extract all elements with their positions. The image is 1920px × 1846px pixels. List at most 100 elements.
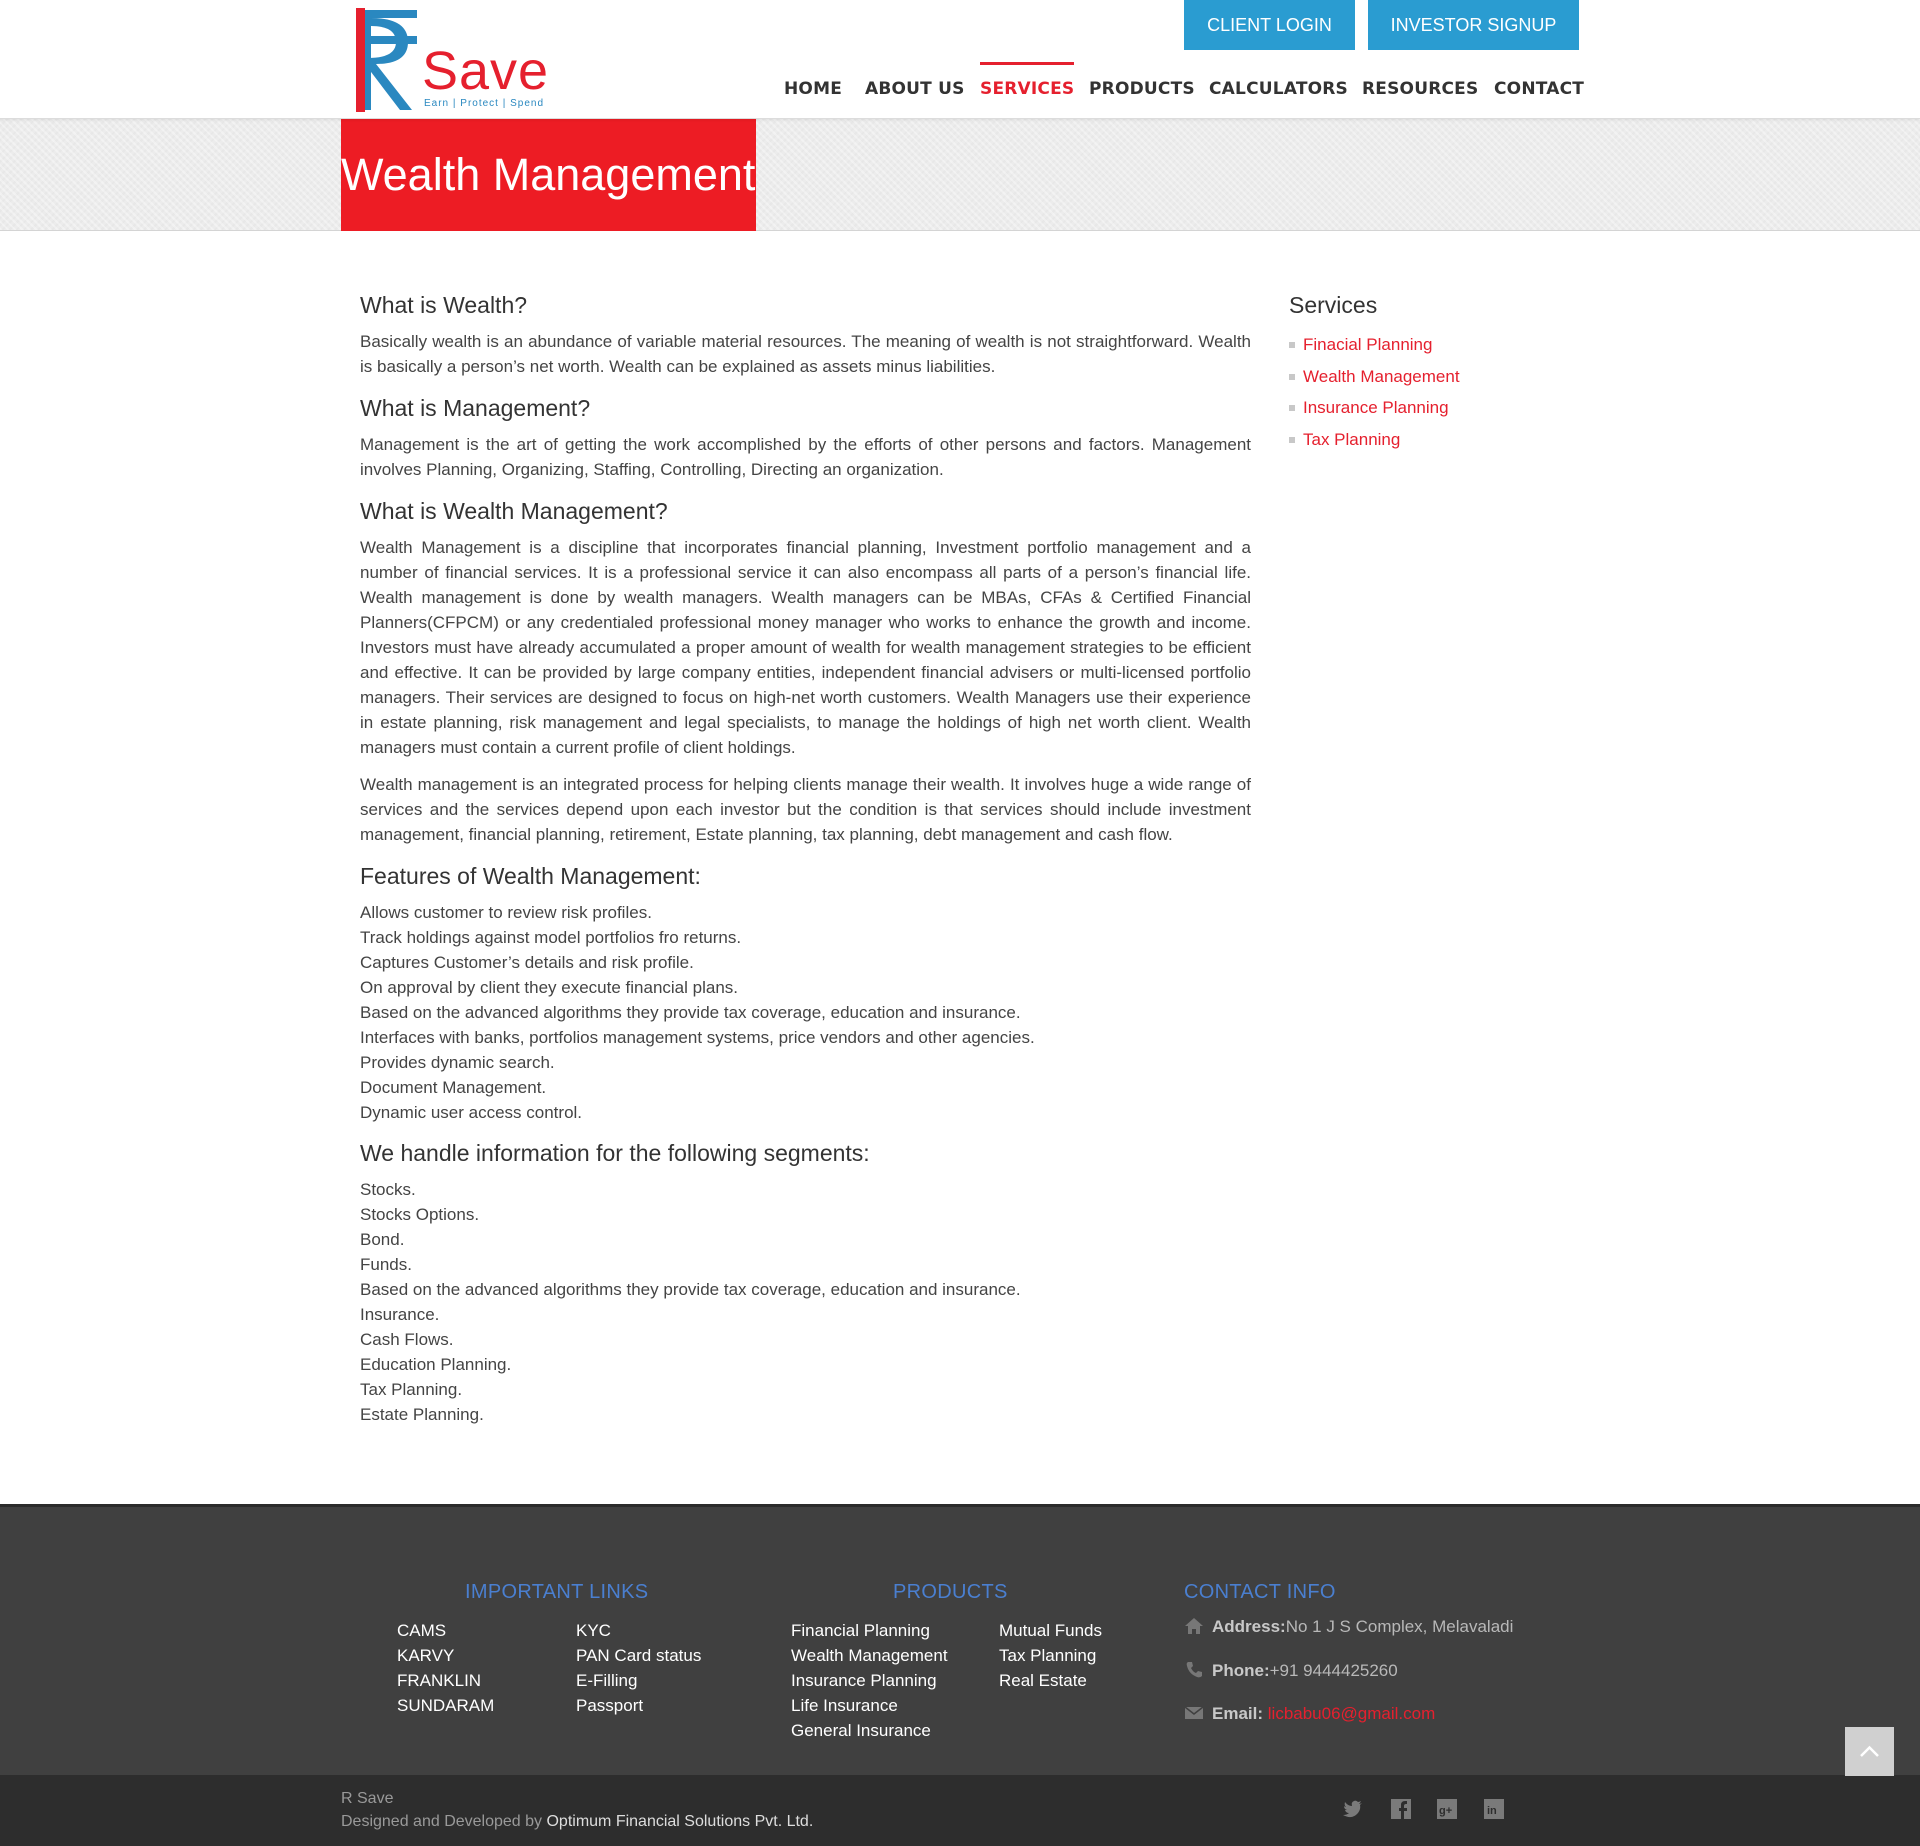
footer-link-e-filling[interactable]: E-Filling [576, 1668, 701, 1693]
bottom-bar: R Save Designed and Developed by Optimum… [0, 1775, 1920, 1846]
site-footer: IMPORTANT LINKS CAMS KARVY FRANKLIN SUND… [0, 1504, 1920, 1775]
investor-signup-button[interactable]: INVESTOR SIGNUP [1368, 0, 1579, 50]
nav-resources[interactable]: RESOURCES [1362, 62, 1478, 118]
sidebar-item-financial-planning[interactable]: Finacial Planning [1289, 329, 1579, 361]
list-item: Based on the advanced algorithms they pr… [360, 1280, 1021, 1299]
site-header: Save Earn | Protect | Spend CLIENT LOGIN… [0, 0, 1920, 119]
main-nav: HOME ABOUT US SERVICES PRODUCTS CALCULAT… [0, 62, 1920, 118]
paragraph-wealth: Basically wealth is an abundance of vari… [360, 332, 1251, 376]
heading-what-is-wealth-management: What is Wealth Management? [360, 498, 668, 524]
footer-link-pan-card-status[interactable]: PAN Card status [576, 1643, 701, 1668]
services-sidebar: Services Finacial Planning Wealth Manage… [1289, 288, 1579, 455]
chevron-up-icon [1860, 1745, 1879, 1757]
list-item: Funds. [360, 1255, 412, 1274]
footer-link-kyc[interactable]: KYC [576, 1618, 701, 1643]
svg-text:in: in [1487, 1805, 1497, 1817]
products-col-2: Mutual Funds Tax Planning Real Estate [999, 1618, 1102, 1693]
square-bullet-icon [1289, 373, 1295, 380]
address-label: Address: [1212, 1617, 1286, 1636]
nav-home[interactable]: HOME [784, 62, 842, 118]
footer-link-franklin[interactable]: FRANKLIN [397, 1668, 494, 1693]
list-item: Interfaces with banks, portfolios manage… [360, 1028, 1035, 1047]
sidebar-item-label: Insurance Planning [1303, 398, 1449, 417]
footer-link-life-insurance[interactable]: Life Insurance [791, 1693, 948, 1718]
heading-features: Features of Wealth Management: [360, 863, 701, 889]
sidebar-item-label: Tax Planning [1303, 429, 1401, 449]
footer-link-sundaram[interactable]: SUNDARAM [397, 1693, 494, 1718]
footer-link-tax-planning[interactable]: Tax Planning [999, 1643, 1102, 1668]
page-banner: Wealth Management [0, 119, 1920, 231]
back-to-top-button[interactable] [1845, 1727, 1894, 1776]
list-item: Stocks. [360, 1180, 416, 1199]
list-item: Based on the advanced algorithms they pr… [360, 1003, 1021, 1022]
list-item: Captures Customer’s details and risk pro… [360, 953, 694, 972]
list-item: Cash Flows. [360, 1330, 454, 1349]
home-icon [1185, 1618, 1203, 1634]
nav-services[interactable]: SERVICES [980, 62, 1075, 118]
developer-credit: Designed and Developed by Optimum Financ… [341, 1813, 813, 1831]
developer-link[interactable]: Optimum Financial Solutions Pvt. Ltd. [546, 1813, 813, 1830]
features-list: Allows customer to review risk profiles.… [360, 900, 1251, 1125]
heading-what-is-management: What is Management? [360, 395, 591, 421]
footer-link-insurance-planning[interactable]: Insurance Planning [791, 1668, 948, 1693]
footer-link-financial-planning[interactable]: Financial Planning [791, 1618, 948, 1643]
facebook-icon[interactable] [1390, 1798, 1412, 1820]
important-links-col-2: KYC PAN Card status E-Filling Passport [576, 1618, 701, 1718]
twitter-icon[interactable] [1342, 1798, 1364, 1820]
contact-phone: Phone:+91 9444425260 [1184, 1660, 1398, 1681]
products-col-1: Financial Planning Wealth Management Ins… [791, 1618, 948, 1743]
list-item: Provides dynamic search. [360, 1053, 555, 1072]
footer-link-general-insurance[interactable]: General Insurance [791, 1718, 948, 1743]
sidebar-item-wealth-management[interactable]: Wealth Management [1289, 361, 1579, 393]
paragraph-wealth-management-1: Wealth Management is a discipline that i… [360, 538, 1251, 757]
list-item: Allows customer to review risk profiles. [360, 903, 652, 922]
nav-about-us[interactable]: ABOUT US [865, 62, 965, 118]
footer-heading-contact-info: CONTACT INFO [1184, 1581, 1336, 1603]
svg-text:g+: g+ [1439, 1805, 1452, 1817]
paragraph-management: Management is the art of getting the wor… [360, 435, 1251, 479]
address-value: No 1 J S Complex, Melavaladi [1285, 1617, 1514, 1636]
list-item: Insurance. [360, 1305, 440, 1324]
contact-address: Address:No 1 J S Complex, Melavaladi [1184, 1616, 1513, 1637]
client-login-button[interactable]: CLIENT LOGIN [1184, 0, 1355, 50]
footer-link-passport[interactable]: Passport [576, 1693, 701, 1718]
nav-products[interactable]: PRODUCTS [1089, 62, 1195, 118]
email-link[interactable]: licbabu06@gmail.com [1268, 1704, 1436, 1723]
footer-link-wealth-management[interactable]: Wealth Management [791, 1643, 948, 1668]
footer-link-real-estate[interactable]: Real Estate [999, 1668, 1102, 1693]
sidebar-item-label: Finacial Planning [1303, 335, 1433, 354]
square-bullet-icon [1289, 342, 1295, 348]
credit-prefix: Designed and Developed by [341, 1813, 547, 1830]
contact-email: Email: licbabu06@gmail.com [1184, 1703, 1435, 1724]
sidebar-title: Services [1289, 292, 1378, 318]
main-content: What is Wealth? Basically wealth is an a… [360, 288, 1251, 1438]
segments-list: Stocks. Stocks Options. Bond. Funds. Bas… [360, 1177, 1251, 1427]
sidebar-item-tax-planning[interactable]: Tax Planning [1289, 424, 1579, 456]
page-title: Wealth Management [341, 119, 756, 231]
site-name: R Save [341, 1790, 394, 1807]
list-item: Dynamic user access control. [360, 1103, 583, 1122]
sidebar-item-label: Wealth Management [1303, 366, 1460, 386]
footer-heading-important-links: IMPORTANT LINKS [465, 1581, 649, 1603]
list-item: Tax Planning. [360, 1380, 463, 1399]
footer-link-mutual-funds[interactable]: Mutual Funds [999, 1618, 1102, 1643]
heading-segments: We handle information for the following … [360, 1140, 870, 1166]
phone-label: Phone: [1212, 1661, 1270, 1680]
nav-calculators[interactable]: CALCULATORS [1209, 62, 1348, 118]
list-item: Stocks Options. [360, 1205, 480, 1224]
square-bullet-icon [1289, 436, 1295, 443]
footer-link-cams[interactable]: CAMS [397, 1618, 494, 1643]
google-plus-icon[interactable]: g+ [1436, 1798, 1458, 1820]
footer-link-karvy[interactable]: KARVY [397, 1643, 494, 1668]
linkedin-icon[interactable]: in [1483, 1798, 1505, 1820]
list-item: On approval by client they execute finan… [360, 978, 739, 997]
list-item: Education Planning. [360, 1355, 512, 1374]
sidebar-item-insurance-planning[interactable]: Insurance Planning [1289, 392, 1579, 424]
list-item: Estate Planning. [360, 1405, 484, 1424]
footer-heading-products: PRODUCTS [893, 1581, 1008, 1603]
phone-icon [1186, 1662, 1202, 1678]
email-label: Email: [1212, 1704, 1264, 1723]
list-item: Document Management. [360, 1078, 547, 1097]
phone-value: +91 9444425260 [1269, 1661, 1398, 1680]
nav-contact[interactable]: CONTACT [1494, 62, 1584, 118]
